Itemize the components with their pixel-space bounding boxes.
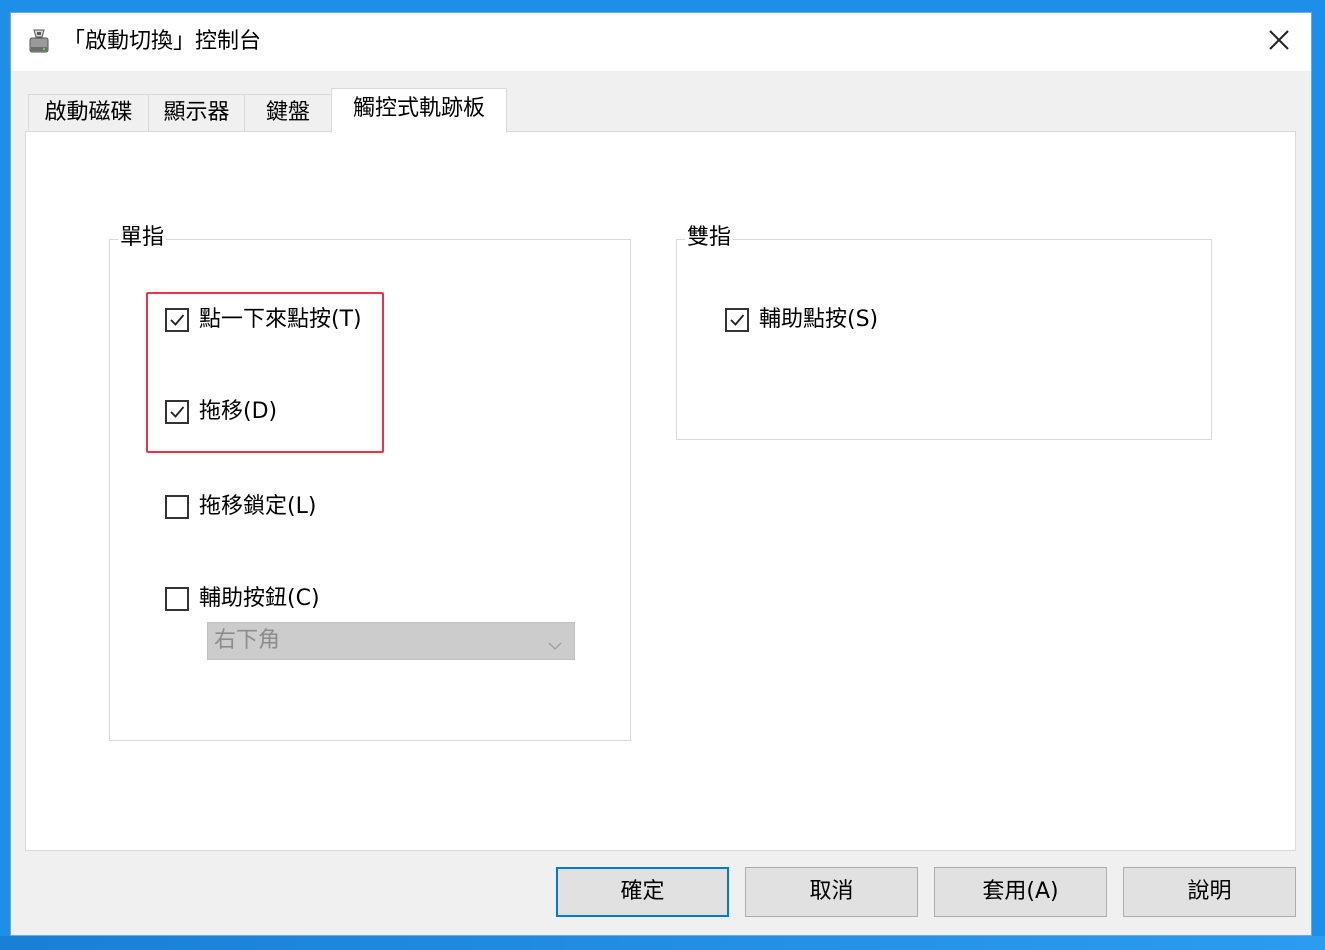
drag-label: 拖移(D) [199, 399, 278, 424]
drag-lock-checkbox[interactable]: 拖移鎖定(L) [165, 491, 316, 523]
tab-boot-disk[interactable]: 啟動磁碟 [28, 94, 149, 132]
help-button[interactable]: 說明 [1123, 867, 1296, 917]
secondary-button-checkbox[interactable]: 輔助按鈕(C) [165, 583, 320, 615]
tab-trackpad[interactable]: 觸控式軌跡板 [331, 88, 507, 133]
secondary-button-label: 輔助按鈕(C) [199, 586, 320, 611]
ok-button[interactable]: 確定 [556, 867, 729, 917]
tab-keyboard[interactable]: 鍵盤 [244, 94, 332, 132]
secondary-corner-dropdown[interactable]: 右下角 [207, 622, 575, 660]
chevron-down-icon [548, 636, 562, 655]
cancel-button[interactable]: 取消 [745, 867, 918, 917]
checkmark-icon [730, 314, 745, 326]
apply-button[interactable]: 套用(A) [934, 867, 1107, 917]
checkbox-box[interactable] [725, 308, 749, 332]
close-button[interactable] [1247, 13, 1311, 71]
checkbox-box[interactable] [165, 495, 189, 519]
close-icon [1268, 29, 1290, 55]
title-bar: 「啟動切換」控制台 [11, 13, 1311, 71]
drag-lock-label: 拖移鎖定(L) [199, 494, 317, 519]
checkbox-box[interactable] [165, 308, 189, 332]
window-title: 「啟動切換」控制台 [63, 29, 262, 54]
two-finger-legend: 雙指 [685, 224, 734, 252]
secondary-click-label: 輔助點按(S) [759, 307, 879, 332]
tap-to-click-label: 點一下來點按(T) [199, 307, 362, 332]
tap-to-click-checkbox[interactable]: 點一下來點按(T) [165, 304, 362, 336]
desktop-background [0, 936, 1325, 950]
two-finger-group: 雙指 [676, 224, 1212, 440]
dropdown-value: 右下角 [214, 628, 281, 653]
disk-drive-icon [28, 28, 50, 56]
tab-display[interactable]: 顯示器 [148, 94, 245, 132]
checkbox-box[interactable] [165, 587, 189, 611]
secondary-click-checkbox[interactable]: 輔助點按(S) [725, 304, 878, 336]
single-finger-legend: 單指 [118, 224, 167, 252]
checkbox-box[interactable] [165, 400, 189, 424]
checkmark-icon [170, 314, 185, 326]
checkmark-icon [170, 406, 185, 418]
drag-checkbox[interactable]: 拖移(D) [165, 396, 277, 428]
